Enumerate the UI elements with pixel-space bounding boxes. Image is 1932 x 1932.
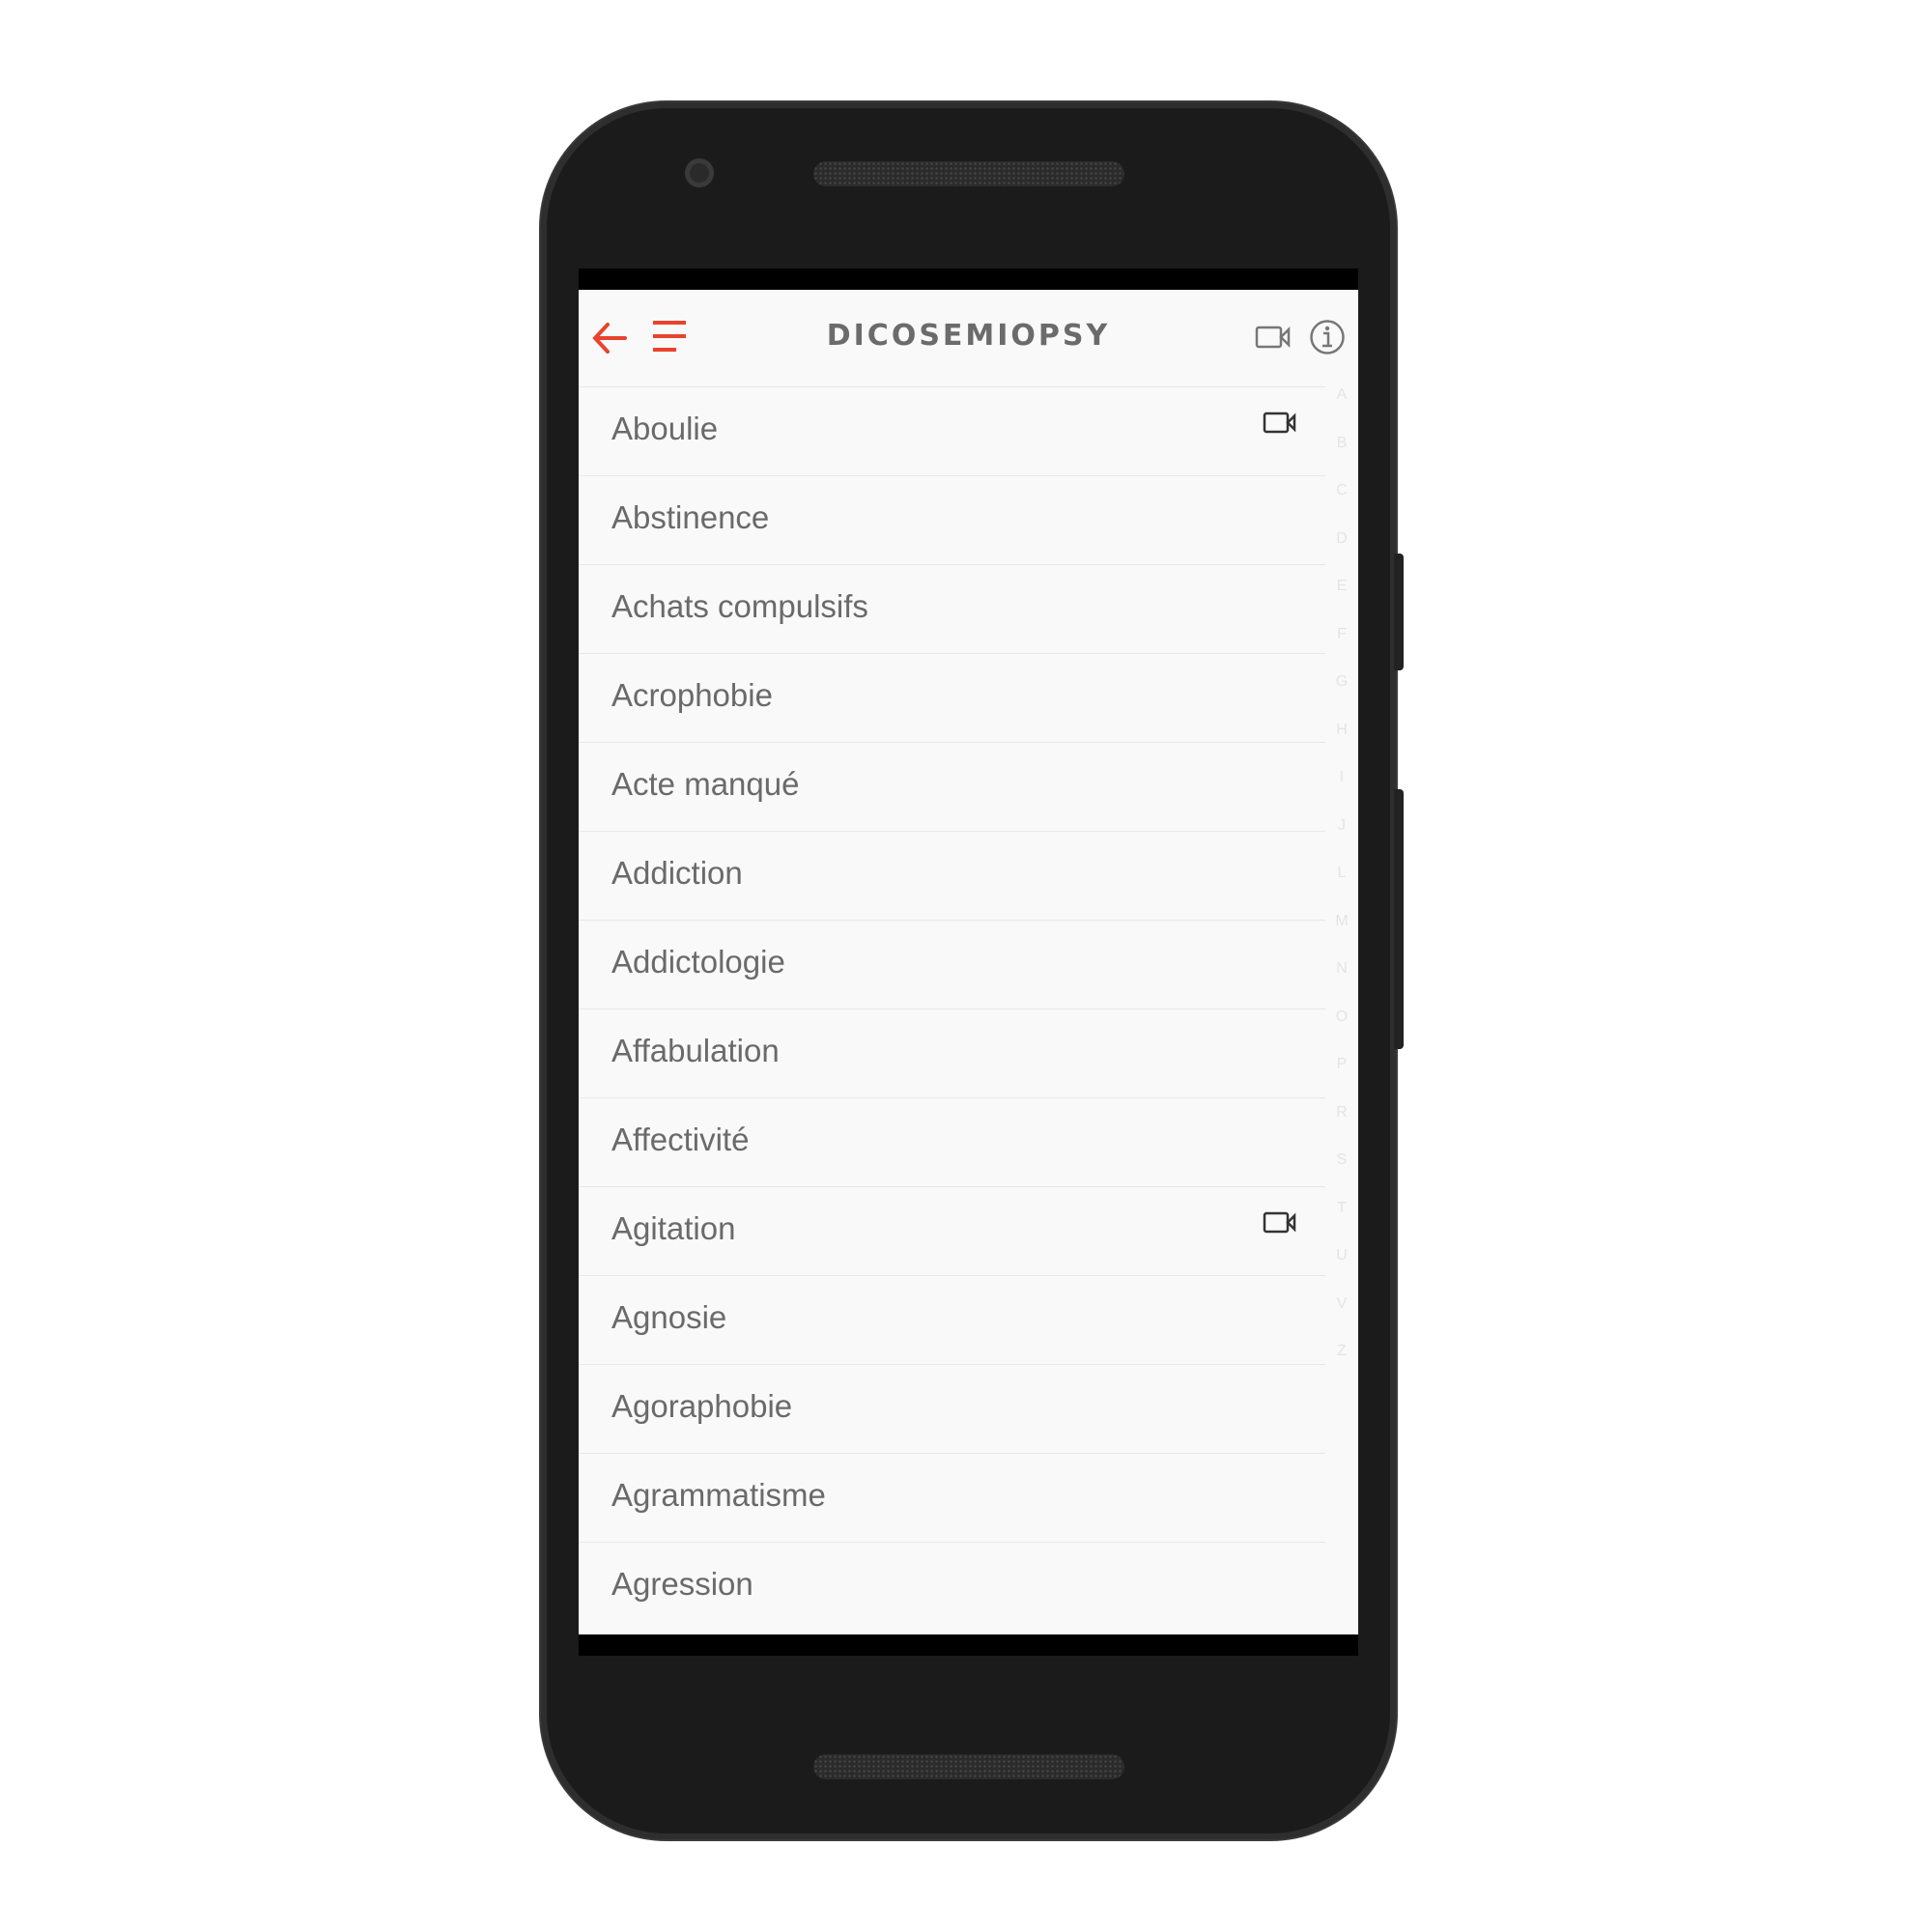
video-camera-icon xyxy=(1263,1210,1297,1239)
index-letter[interactable]: I xyxy=(1329,769,1354,817)
front-camera xyxy=(685,158,714,187)
list-item-label: Acrophobie xyxy=(611,677,773,713)
index-letter[interactable]: O xyxy=(1329,1009,1354,1057)
list-item[interactable]: Addictologie xyxy=(579,920,1325,1009)
list-item[interactable]: Acte manqué xyxy=(579,742,1325,831)
list-item[interactable]: Agitation xyxy=(579,1186,1325,1275)
info-icon[interactable] xyxy=(1309,319,1346,359)
list-item-label: Agrammatisme xyxy=(611,1477,826,1513)
index-letter[interactable]: C xyxy=(1329,482,1354,530)
list-item-label: Affectivité xyxy=(611,1122,750,1157)
list-item-label: Agnosie xyxy=(611,1299,727,1335)
index-letter[interactable]: S xyxy=(1329,1151,1354,1200)
list-item-label: Agoraphobie xyxy=(611,1388,793,1424)
volume-button xyxy=(1394,789,1404,1049)
index-letter[interactable]: F xyxy=(1329,626,1354,674)
index-letter[interactable]: R xyxy=(1329,1104,1354,1152)
top-speaker xyxy=(813,161,1124,186)
list-item[interactable]: Achats compulsifs xyxy=(579,564,1325,653)
list-item-label: Agitation xyxy=(611,1210,736,1246)
index-letter[interactable]: N xyxy=(1329,960,1354,1009)
list-item-label: Achats compulsifs xyxy=(611,588,868,624)
list-item[interactable]: Agnosie xyxy=(579,1275,1325,1364)
video-camera-icon[interactable] xyxy=(1255,323,1292,355)
index-letter[interactable]: U xyxy=(1329,1247,1354,1295)
list-item[interactable]: Affabulation xyxy=(579,1009,1325,1097)
index-letter[interactable]: G xyxy=(1329,673,1354,722)
list-item[interactable]: Affectivité xyxy=(579,1097,1325,1186)
list-item[interactable]: Addiction xyxy=(579,831,1325,920)
index-letter[interactable]: J xyxy=(1329,817,1354,866)
app-header: DICOSEMIOPSY xyxy=(579,290,1358,386)
list-item-label: Abstinence xyxy=(611,499,770,535)
list-item[interactable]: Agression xyxy=(579,1542,1325,1631)
list-item[interactable]: Acrophobie xyxy=(579,653,1325,742)
index-letter[interactable]: V xyxy=(1329,1295,1354,1344)
app: DICOSEMIOPSY Aboulie Abstinence Achats com… xyxy=(579,290,1358,1634)
list-item[interactable]: Agoraphobie xyxy=(579,1364,1325,1453)
index-letter[interactable]: H xyxy=(1329,722,1354,770)
app-title: DICOSEMIOPSY xyxy=(826,319,1111,353)
term-list: Aboulie Abstinence Achats compulsifs Acroph… xyxy=(579,386,1358,1631)
list-item-label: Affabulation xyxy=(611,1033,780,1068)
power-button xyxy=(1394,554,1404,670)
list-item-label: Addiction xyxy=(611,855,743,891)
index-letter[interactable]: D xyxy=(1329,530,1354,579)
list-item[interactable]: Aboulie xyxy=(579,386,1325,475)
list-item[interactable]: Agrammatisme xyxy=(579,1453,1325,1542)
list-item-label: Addictologie xyxy=(611,944,785,980)
index-letter[interactable]: L xyxy=(1329,865,1354,913)
bottom-speaker xyxy=(813,1754,1124,1779)
index-letter[interactable]: M xyxy=(1329,913,1354,961)
list-item-label: Agression xyxy=(611,1566,753,1602)
index-letter[interactable]: Z xyxy=(1329,1343,1354,1391)
video-camera-icon xyxy=(1263,411,1297,440)
list-item-label: Acte manqué xyxy=(611,766,800,802)
alphabet-index[interactable]: ABCDEFGHIJLMNOPRSTUVZ xyxy=(1329,386,1354,1391)
index-letter[interactable]: P xyxy=(1329,1056,1354,1104)
screen: DICOSEMIOPSY Aboulie Abstinence Achats com… xyxy=(579,269,1358,1656)
index-letter[interactable]: E xyxy=(1329,578,1354,626)
list-item-label: Aboulie xyxy=(611,411,719,446)
list-item[interactable]: Abstinence xyxy=(579,475,1325,564)
index-letter[interactable]: B xyxy=(1329,435,1354,483)
index-letter[interactable]: A xyxy=(1329,386,1354,435)
index-letter[interactable]: T xyxy=(1329,1200,1354,1248)
